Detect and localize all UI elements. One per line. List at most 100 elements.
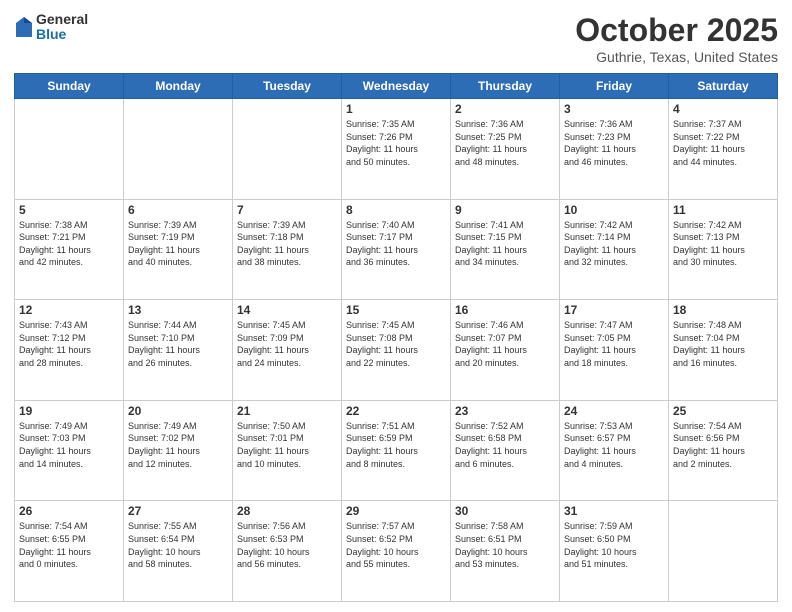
day-info: Sunrise: 7:49 AM Sunset: 7:02 PM Dayligh… [128,420,228,470]
day-info: Sunrise: 7:42 AM Sunset: 7:13 PM Dayligh… [673,219,773,269]
calendar-cell: 23 Sunrise: 7:52 AM Sunset: 6:58 PM Dayli… [451,400,560,501]
day-number: 5 [19,203,119,217]
calendar-cell: 17 Sunrise: 7:47 AM Sunset: 7:05 PM Dayli… [560,300,669,401]
day-number: 24 [564,404,664,418]
day-info: Sunrise: 7:55 AM Sunset: 6:54 PM Dayligh… [128,520,228,570]
calendar-cell: 5 Sunrise: 7:38 AM Sunset: 7:21 PM Daylig… [15,199,124,300]
day-info: Sunrise: 7:54 AM Sunset: 6:56 PM Dayligh… [673,420,773,470]
week-row-3: 12 Sunrise: 7:43 AM Sunset: 7:12 PM Dayli… [15,300,778,401]
day-info: Sunrise: 7:52 AM Sunset: 6:58 PM Dayligh… [455,420,555,470]
day-number: 28 [237,504,337,518]
day-number: 16 [455,303,555,317]
days-header-row: SundayMondayTuesdayWednesdayThursdayFrid… [15,74,778,99]
day-number: 11 [673,203,773,217]
calendar-cell: 14 Sunrise: 7:45 AM Sunset: 7:09 PM Dayli… [233,300,342,401]
calendar-cell: 10 Sunrise: 7:42 AM Sunset: 7:14 PM Dayli… [560,199,669,300]
calendar-cell: 9 Sunrise: 7:41 AM Sunset: 7:15 PM Daylig… [451,199,560,300]
logo-text: General Blue [36,12,88,43]
day-number: 8 [346,203,446,217]
calendar-cell: 22Sunrise: 7:51 AM Sunset: 6:59 PM Dayli… [342,400,451,501]
day-info: Sunrise: 7:36 AM Sunset: 7:25 PM Dayligh… [455,118,555,168]
day-info: Sunrise: 7:49 AM Sunset: 7:03 PM Dayligh… [19,420,119,470]
day-info: Sunrise: 7:50 AM Sunset: 7:01 PM Dayligh… [237,420,337,470]
logo: General Blue [14,12,88,43]
day-info: Sunrise: 7:45 AM Sunset: 7:09 PM Dayligh… [237,319,337,369]
calendar-cell: 31 Sunrise: 7:59 AM Sunset: 6:50 PM Dayli… [560,501,669,602]
calendar-cell: 1Sunrise: 7:35 AM Sunset: 7:26 PM Daylig… [342,99,451,200]
day-number: 2 [455,102,555,116]
day-info: Sunrise: 7:36 AM Sunset: 7:23 PM Dayligh… [564,118,664,168]
day-info: Sunrise: 7:40 AM Sunset: 7:17 PM Dayligh… [346,219,446,269]
day-number: 23 [455,404,555,418]
day-info: Sunrise: 7:37 AM Sunset: 7:22 PM Dayligh… [673,118,773,168]
day-number: 3 [564,102,664,116]
day-info: Sunrise: 7:43 AM Sunset: 7:12 PM Dayligh… [19,319,119,369]
calendar-cell: 28 Sunrise: 7:56 AM Sunset: 6:53 PM Dayli… [233,501,342,602]
day-info: Sunrise: 7:51 AM Sunset: 6:59 PM Dayligh… [346,420,446,470]
calendar-cell: 24 Sunrise: 7:53 AM Sunset: 6:57 PM Dayli… [560,400,669,501]
header-right: October 2025 Guthrie, Texas, United Stat… [575,12,778,65]
day-info: Sunrise: 7:41 AM Sunset: 7:15 PM Dayligh… [455,219,555,269]
day-header-monday: Monday [124,74,233,99]
calendar-cell: 20 Sunrise: 7:49 AM Sunset: 7:02 PM Dayli… [124,400,233,501]
page: General Blue October 2025 Guthrie, Texas… [0,0,792,612]
day-number: 14 [237,303,337,317]
day-header-wednesday: Wednesday [342,74,451,99]
calendar-cell: 2 Sunrise: 7:36 AM Sunset: 7:25 PM Daylig… [451,99,560,200]
calendar-cell: 13Sunrise: 7:44 AM Sunset: 7:10 PM Dayli… [124,300,233,401]
week-row-4: 19 Sunrise: 7:49 AM Sunset: 7:03 PM Dayli… [15,400,778,501]
calendar-cell: 18Sunrise: 7:48 AM Sunset: 7:04 PM Dayli… [669,300,778,401]
day-header-sunday: Sunday [15,74,124,99]
calendar-cell: 29Sunrise: 7:57 AM Sunset: 6:52 PM Dayli… [342,501,451,602]
calendar-cell: 6 Sunrise: 7:39 AM Sunset: 7:19 PM Daylig… [124,199,233,300]
day-info: Sunrise: 7:39 AM Sunset: 7:18 PM Dayligh… [237,219,337,269]
calendar-cell: 12 Sunrise: 7:43 AM Sunset: 7:12 PM Dayli… [15,300,124,401]
calendar-cell: 8 Sunrise: 7:40 AM Sunset: 7:17 PM Daylig… [342,199,451,300]
day-info: Sunrise: 7:46 AM Sunset: 7:07 PM Dayligh… [455,319,555,369]
calendar-cell: 21Sunrise: 7:50 AM Sunset: 7:01 PM Dayli… [233,400,342,501]
calendar-cell [15,99,124,200]
day-info: Sunrise: 7:48 AM Sunset: 7:04 PM Dayligh… [673,319,773,369]
day-number: 20 [128,404,228,418]
calendar-cell [233,99,342,200]
logo-general: General [36,12,88,27]
calendar-cell: 3 Sunrise: 7:36 AM Sunset: 7:23 PM Daylig… [560,99,669,200]
day-number: 15 [346,303,446,317]
day-number: 6 [128,203,228,217]
day-info: Sunrise: 7:38 AM Sunset: 7:21 PM Dayligh… [19,219,119,269]
calendar-cell [124,99,233,200]
day-number: 19 [19,404,119,418]
calendar-cell: 4 Sunrise: 7:37 AM Sunset: 7:22 PM Daylig… [669,99,778,200]
logo-blue: Blue [36,27,88,42]
day-info: Sunrise: 7:39 AM Sunset: 7:19 PM Dayligh… [128,219,228,269]
calendar-cell [669,501,778,602]
day-number: 31 [564,504,664,518]
day-number: 1 [346,102,446,116]
day-info: Sunrise: 7:53 AM Sunset: 6:57 PM Dayligh… [564,420,664,470]
calendar: SundayMondayTuesdayWednesdayThursdayFrid… [14,73,778,602]
day-info: Sunrise: 7:56 AM Sunset: 6:53 PM Dayligh… [237,520,337,570]
day-number: 17 [564,303,664,317]
day-number: 10 [564,203,664,217]
calendar-cell: 27Sunrise: 7:55 AM Sunset: 6:54 PM Dayli… [124,501,233,602]
day-number: 30 [455,504,555,518]
day-number: 9 [455,203,555,217]
calendar-body: 1Sunrise: 7:35 AM Sunset: 7:26 PM Daylig… [15,99,778,602]
calendar-cell: 11 Sunrise: 7:42 AM Sunset: 7:13 PM Dayli… [669,199,778,300]
day-number: 4 [673,102,773,116]
day-info: Sunrise: 7:42 AM Sunset: 7:14 PM Dayligh… [564,219,664,269]
day-header-friday: Friday [560,74,669,99]
day-number: 13 [128,303,228,317]
day-number: 12 [19,303,119,317]
logo-icon [14,15,34,39]
day-number: 25 [673,404,773,418]
week-row-2: 5 Sunrise: 7:38 AM Sunset: 7:21 PM Daylig… [15,199,778,300]
header: General Blue October 2025 Guthrie, Texas… [14,12,778,65]
day-info: Sunrise: 7:47 AM Sunset: 7:05 PM Dayligh… [564,319,664,369]
day-info: Sunrise: 7:57 AM Sunset: 6:52 PM Dayligh… [346,520,446,570]
week-row-5: 26Sunrise: 7:54 AM Sunset: 6:55 PM Dayli… [15,501,778,602]
calendar-cell: 19 Sunrise: 7:49 AM Sunset: 7:03 PM Dayli… [15,400,124,501]
week-row-1: 1Sunrise: 7:35 AM Sunset: 7:26 PM Daylig… [15,99,778,200]
day-info: Sunrise: 7:59 AM Sunset: 6:50 PM Dayligh… [564,520,664,570]
calendar-cell: 25 Sunrise: 7:54 AM Sunset: 6:56 PM Dayli… [669,400,778,501]
